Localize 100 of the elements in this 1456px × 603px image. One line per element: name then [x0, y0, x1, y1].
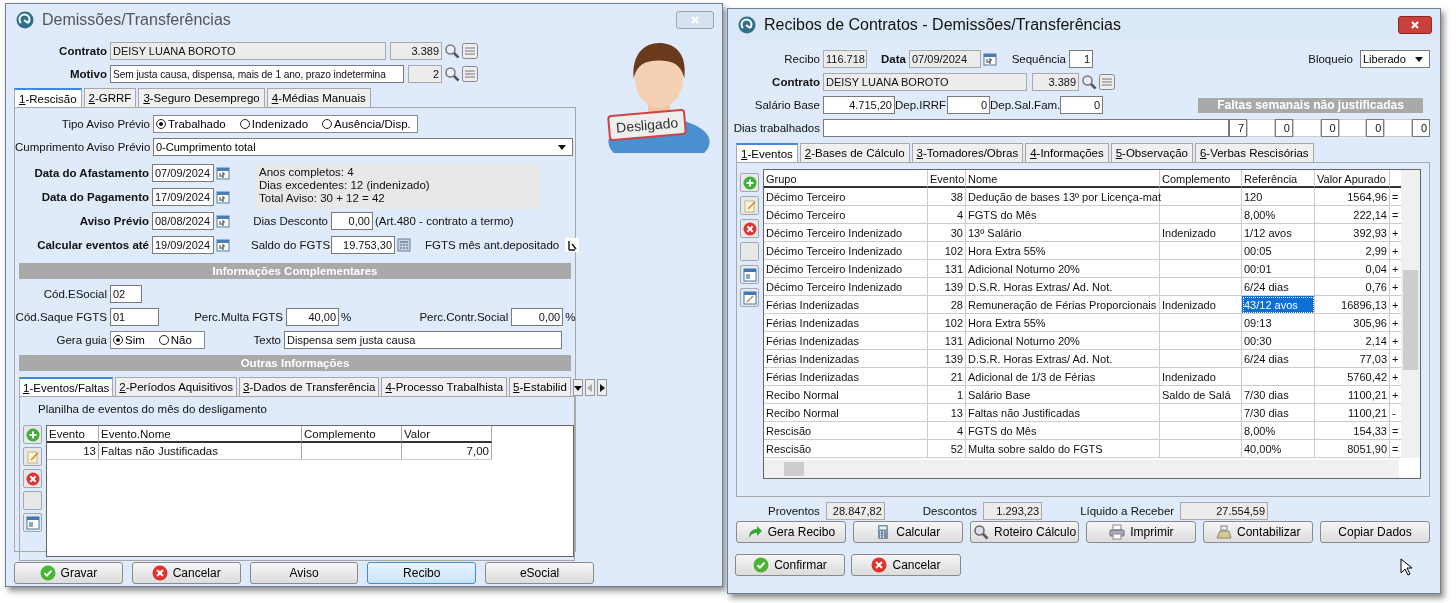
- search-icon[interactable]: [444, 43, 460, 59]
- total-field[interactable]: 28.847,82: [825, 502, 885, 520]
- total-field[interactable]: 1.293,23: [983, 502, 1043, 520]
- tab[interactable]: 5-Estabilid: [509, 377, 571, 396]
- vertical-scrollbar[interactable]: [1401, 170, 1420, 458]
- radio-option[interactable]: Trabalhado: [156, 118, 226, 130]
- action-button[interactable]: Contabilizar: [1203, 521, 1314, 543]
- dropdown[interactable]: Liberado: [1360, 50, 1430, 68]
- search-icon[interactable]: [444, 66, 460, 82]
- tab[interactable]: 2-Bases de Cálculo: [799, 143, 910, 162]
- receipt-number-field[interactable]: 116.718: [823, 50, 867, 68]
- tab[interactable]: 4-Informações: [1025, 143, 1109, 162]
- fgts-withdrawal-code-field[interactable]: 01: [110, 308, 159, 326]
- calendar-icon[interactable]: [216, 190, 230, 204]
- calendar-icon[interactable]: [216, 214, 230, 228]
- close-button[interactable]: [1398, 16, 1432, 34]
- blank-field[interactable]: [1247, 119, 1275, 137]
- total-field[interactable]: 27.554,59: [1180, 502, 1269, 520]
- blank-field[interactable]: [1338, 119, 1367, 137]
- list-icon[interactable]: [462, 66, 478, 82]
- scroll-right-button[interactable]: [596, 379, 607, 396]
- column-header[interactable]: Grupo: [764, 170, 928, 188]
- base-salary-field[interactable]: 4.715,20: [823, 96, 895, 114]
- date-field[interactable]: 19/09/2024: [152, 236, 214, 254]
- date-field[interactable]: 17/09/2024: [152, 188, 214, 206]
- weekly-absence-field[interactable]: 0: [1412, 119, 1430, 137]
- action-button[interactable]: Gravar: [14, 562, 123, 584]
- blank-field[interactable]: [1292, 119, 1321, 137]
- reason-code-field[interactable]: 2: [408, 65, 442, 83]
- layout-edit-button[interactable]: [740, 288, 759, 307]
- fgts-balance-field[interactable]: 19.753,30: [331, 236, 395, 254]
- reason-field[interactable]: Sem justa causa, dispensa, mais de 1 ano, prazo indetermina: [110, 65, 404, 83]
- action-button[interactable]: Confirmar: [735, 554, 845, 576]
- action-button[interactable]: eSocial: [485, 562, 594, 584]
- tab[interactable]: 4-Processo Trabalhista: [381, 377, 508, 396]
- esocial-code-field[interactable]: 02: [110, 285, 142, 303]
- radio-icon[interactable]: [158, 335, 169, 345]
- blank-field[interactable]: [1384, 119, 1412, 137]
- list-icon[interactable]: [462, 43, 478, 59]
- column-header[interactable]: Evento.Nome: [99, 426, 302, 443]
- action-button[interactable]: Imprimir: [1086, 521, 1197, 543]
- fgts-fine-field[interactable]: 40,00: [286, 308, 339, 326]
- column-header[interactable]: Valor Apurado: [1315, 170, 1390, 188]
- tab[interactable]: 2-Períodos Aquisitivos: [115, 377, 238, 396]
- radio-option[interactable]: Não: [158, 334, 192, 346]
- column-header[interactable]: Evento: [47, 426, 99, 443]
- radio-icon[interactable]: [156, 119, 166, 129]
- add-button[interactable]: [740, 173, 759, 192]
- column-header[interactable]: Valor: [402, 426, 492, 443]
- sequence-field[interactable]: 1: [1069, 50, 1093, 68]
- calendar-icon[interactable]: [216, 238, 230, 252]
- action-button[interactable]: Copiar Dados: [1320, 521, 1430, 543]
- tab[interactable]: 1-Rescisão: [14, 88, 82, 107]
- date-field[interactable]: 08/08/2024: [152, 212, 214, 230]
- search-icon[interactable]: [1081, 74, 1097, 90]
- date-field[interactable]: 07/09/2024: [152, 164, 214, 182]
- action-button[interactable]: Cancelar: [851, 554, 961, 576]
- tab[interactable]: 1-Eventos/Faltas: [19, 377, 114, 396]
- radio-icon[interactable]: [239, 119, 250, 129]
- discount-days-field[interactable]: 0,00: [331, 212, 373, 230]
- tab[interactable]: 2-GRRF: [83, 88, 137, 107]
- tab[interactable]: 4-Médias Manuais: [266, 88, 371, 107]
- radio-option[interactable]: Sim: [113, 334, 145, 346]
- layout-button[interactable]: [23, 513, 42, 532]
- horizontal-scrollbar[interactable]: [764, 460, 1399, 478]
- column-header[interactable]: Complemento: [302, 426, 402, 443]
- weekly-absence-field[interactable]: 0: [1366, 119, 1385, 137]
- column-header[interactable]: Complemento: [1160, 170, 1242, 188]
- column-header[interactable]: Nome: [966, 170, 1160, 188]
- calendar-icon[interactable]: [216, 166, 230, 180]
- dropdown[interactable]: 0-Cumprimento total: [153, 138, 573, 156]
- text-field[interactable]: Dispensa sem justa causa: [284, 331, 562, 349]
- radio-option[interactable]: Ausência/Disp.: [322, 118, 411, 130]
- action-button[interactable]: Gera Recibo: [736, 521, 846, 543]
- tab[interactable]: 3-Seguro Desemprego: [138, 88, 265, 107]
- contract-name-field[interactable]: DEISY LUANA BOROTO: [823, 73, 1027, 91]
- action-button[interactable]: Aviso: [249, 562, 359, 584]
- contract-number-field[interactable]: 3.389: [1032, 73, 1079, 91]
- list-icon[interactable]: [1099, 74, 1115, 90]
- irrf-dependents-field[interactable]: 0: [947, 96, 990, 114]
- action-button[interactable]: Roteiro Cálculo: [969, 521, 1080, 543]
- tab[interactable]: 5-Observação: [1110, 143, 1193, 162]
- layout-button[interactable]: [740, 265, 759, 284]
- weekly-absence-field[interactable]: 7: [1229, 119, 1247, 137]
- tab[interactable]: 6-Verbas Rescisórias: [1194, 143, 1314, 162]
- delete-button[interactable]: [23, 469, 42, 488]
- date-field[interactable]: 07/09/2024: [909, 50, 981, 68]
- calendar-icon[interactable]: [983, 52, 997, 66]
- column-header[interactable]: Referência: [1242, 170, 1315, 188]
- radio-icon[interactable]: [322, 119, 333, 129]
- tab[interactable]: 1-Eventos: [736, 143, 798, 162]
- action-button[interactable]: Cancelar: [131, 562, 241, 584]
- action-button[interactable]: Calcular: [852, 521, 963, 543]
- worked-days-field[interactable]: [823, 119, 1229, 137]
- action-button[interactable]: Recibo: [367, 562, 477, 584]
- tab[interactable]: 3-Tomadores/Obras: [911, 143, 1024, 162]
- contract-number-field[interactable]: 3.389: [390, 42, 442, 60]
- family-allowance-field[interactable]: 0: [1060, 96, 1103, 114]
- social-contribution-field[interactable]: 0,00: [511, 308, 564, 326]
- radio-icon[interactable]: [113, 335, 123, 345]
